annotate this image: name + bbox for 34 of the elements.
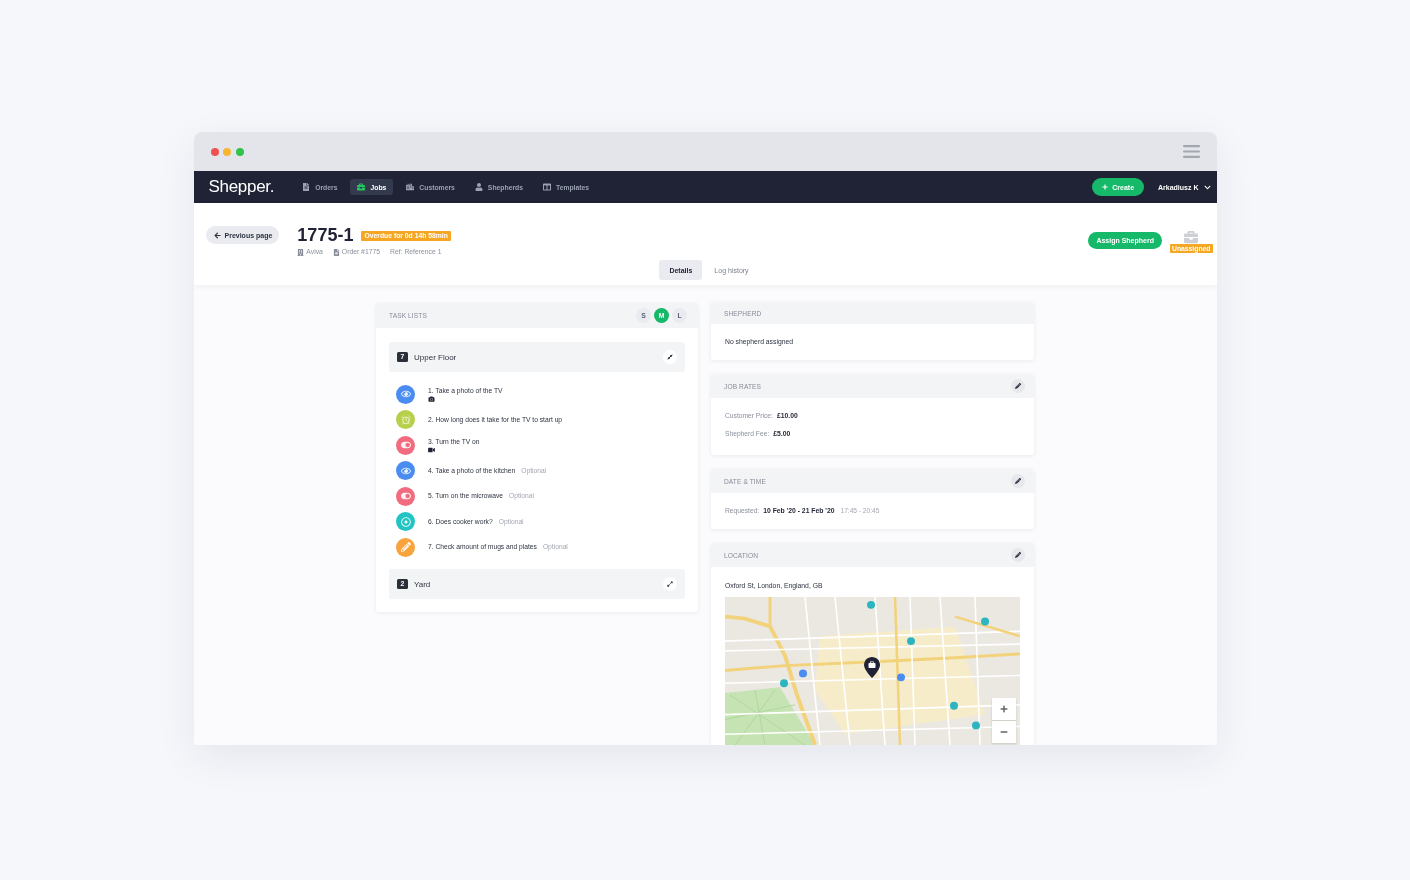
camera-icon [428, 395, 435, 402]
expand-button[interactable] [663, 577, 677, 591]
close-window-button[interactable] [210, 147, 219, 156]
edit-button[interactable] [1011, 548, 1025, 562]
document-icon [332, 248, 340, 256]
zoom-out-button[interactable] [992, 721, 1016, 743]
maximize-window-button[interactable] [235, 147, 244, 156]
briefcase-icon [357, 183, 366, 191]
group-name: Upper Floor [414, 352, 458, 362]
minus-icon [1000, 728, 1008, 736]
chevron-down-icon [1203, 183, 1211, 191]
video-camera-icon [428, 446, 435, 453]
collapse-icon [667, 354, 673, 360]
group-name: Yard [414, 579, 432, 589]
columns-icon [543, 183, 551, 191]
document-icon [302, 183, 311, 191]
collapse-button[interactable] [663, 350, 677, 364]
arrow-left-icon [213, 231, 221, 239]
plus-icon [1000, 705, 1008, 713]
person-icon [474, 183, 483, 191]
pencil-icon [1015, 552, 1021, 558]
menu-icon[interactable] [1182, 145, 1200, 158]
map-pin-icon [864, 657, 880, 678]
edit-button[interactable] [1011, 379, 1025, 393]
app-logo[interactable]: Shepper. [208, 177, 275, 197]
pencil-icon [1015, 478, 1021, 484]
plus-icon [1102, 184, 1109, 190]
job-title: 1775-1 [297, 226, 354, 245]
buildings-icon [406, 183, 415, 191]
expand-icon [667, 581, 673, 587]
building-icon [297, 248, 305, 256]
pencil-icon [1015, 383, 1021, 389]
zoom-in-button[interactable] [992, 698, 1016, 720]
edit-button[interactable] [1011, 474, 1025, 488]
